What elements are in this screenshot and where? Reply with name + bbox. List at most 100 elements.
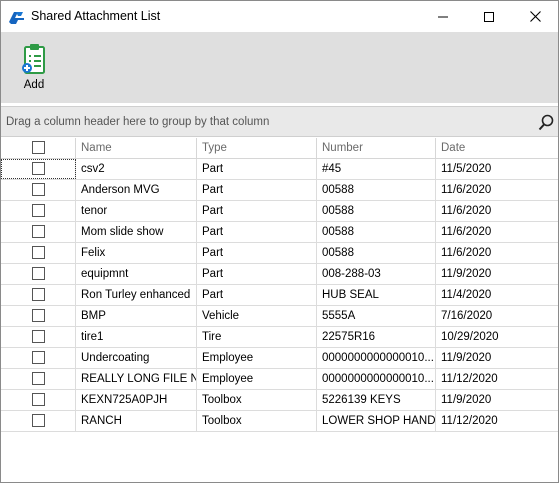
row-checkbox-cell[interactable] <box>1 159 76 179</box>
cell-date[interactable]: 11/6/2020 <box>436 243 558 263</box>
cell-name[interactable]: tire1 <box>76 327 197 347</box>
row-checkbox-cell[interactable] <box>1 264 76 284</box>
cell-number[interactable]: #45 <box>317 159 436 179</box>
cell-number[interactable]: 008-288-03 <box>317 264 436 284</box>
cell-type[interactable]: Part <box>197 159 317 179</box>
cell-name[interactable]: RANCH <box>76 411 197 431</box>
cell-type[interactable]: Employee <box>197 369 317 389</box>
table-row[interactable]: KEXN725A0PJH Toolbox 5226139 KEYS 11/9/2020 <box>1 390 558 411</box>
cell-date[interactable]: 11/6/2020 <box>436 222 558 242</box>
table-row[interactable]: Anderson MVG Part 00588 11/6/2020 <box>1 180 558 201</box>
cell-number[interactable]: 00588 <box>317 222 436 242</box>
row-checkbox-cell[interactable] <box>1 222 76 242</box>
row-checkbox[interactable] <box>32 204 45 217</box>
minimize-button[interactable] <box>420 1 466 32</box>
table-row[interactable]: BMP Vehicle 5555A 7/16/2020 <box>1 306 558 327</box>
cell-name[interactable]: Felix <box>76 243 197 263</box>
cell-number[interactable]: 5226139 KEYS <box>317 390 436 410</box>
cell-name[interactable]: Mom slide show <box>76 222 197 242</box>
row-checkbox-cell[interactable] <box>1 243 76 263</box>
cell-date[interactable]: 11/6/2020 <box>436 180 558 200</box>
cell-number[interactable]: 00588 <box>317 180 436 200</box>
cell-date[interactable]: 11/4/2020 <box>436 285 558 305</box>
cell-type[interactable]: Vehicle <box>197 306 317 326</box>
cell-date[interactable]: 11/9/2020 <box>436 348 558 368</box>
table-row[interactable]: REALLY LONG FILE N... Employee 00000000000… <box>1 369 558 390</box>
table-row[interactable]: Felix Part 00588 11/6/2020 <box>1 243 558 264</box>
cell-name[interactable]: tenor <box>76 201 197 221</box>
cell-number[interactable]: LOWER SHOP HAND ... <box>317 411 436 431</box>
cell-type[interactable]: Employee <box>197 348 317 368</box>
cell-date[interactable]: 7/16/2020 <box>436 306 558 326</box>
row-checkbox-cell[interactable] <box>1 180 76 200</box>
cell-number[interactable]: 00588 <box>317 243 436 263</box>
table-row[interactable]: tenor Part 00588 11/6/2020 <box>1 201 558 222</box>
cell-name[interactable]: KEXN725A0PJH <box>76 390 197 410</box>
column-header-date[interactable]: Date <box>436 138 558 159</box>
cell-date[interactable]: 11/9/2020 <box>436 390 558 410</box>
cell-type[interactable]: Part <box>197 285 317 305</box>
table-row[interactable]: tire1 Tire 22575R16 10/29/2020 <box>1 327 558 348</box>
row-checkbox[interactable] <box>32 267 45 280</box>
row-checkbox[interactable] <box>32 246 45 259</box>
row-checkbox[interactable] <box>32 183 45 196</box>
group-by-panel[interactable]: Drag a column header here to group by th… <box>1 106 558 137</box>
row-checkbox[interactable] <box>32 309 45 322</box>
cell-type[interactable]: Part <box>197 243 317 263</box>
cell-name[interactable]: Anderson MVG <box>76 180 197 200</box>
cell-date[interactable]: 11/5/2020 <box>436 159 558 179</box>
search-icon[interactable] <box>538 114 554 131</box>
table-row[interactable]: equipmnt Part 008-288-03 11/9/2020 <box>1 264 558 285</box>
cell-type[interactable]: Part <box>197 180 317 200</box>
row-checkbox-cell[interactable] <box>1 369 76 389</box>
row-checkbox-cell[interactable] <box>1 348 76 368</box>
row-checkbox-cell[interactable] <box>1 390 76 410</box>
cell-type[interactable]: Part <box>197 201 317 221</box>
cell-type[interactable]: Part <box>197 264 317 284</box>
close-button[interactable] <box>512 1 558 32</box>
row-checkbox[interactable] <box>32 393 45 406</box>
cell-name[interactable]: Ron Turley enhanced <box>76 285 197 305</box>
column-header-type[interactable]: Type <box>197 138 317 159</box>
select-all-checkbox[interactable] <box>32 141 45 154</box>
cell-number[interactable]: 0000000000000010... <box>317 348 436 368</box>
row-checkbox[interactable] <box>32 351 45 364</box>
table-row[interactable]: Ron Turley enhanced Part HUB SEAL 11/4/2020 <box>1 285 558 306</box>
cell-number[interactable]: 22575R16 <box>317 327 436 347</box>
cell-date[interactable]: 10/29/2020 <box>436 327 558 347</box>
row-checkbox-cell[interactable] <box>1 327 76 347</box>
cell-date[interactable]: 11/9/2020 <box>436 264 558 284</box>
table-row[interactable]: RANCH Toolbox LOWER SHOP HAND ... 11/12/202… <box>1 411 558 432</box>
cell-date[interactable]: 11/6/2020 <box>436 201 558 221</box>
maximize-button[interactable] <box>466 1 512 32</box>
cell-date[interactable]: 11/12/2020 <box>436 411 558 431</box>
cell-name[interactable]: Undercoating <box>76 348 197 368</box>
add-button[interactable]: Add <box>14 43 54 98</box>
cell-number[interactable]: 5555A <box>317 306 436 326</box>
cell-type[interactable]: Toolbox <box>197 411 317 431</box>
row-checkbox[interactable] <box>32 372 45 385</box>
row-checkbox[interactable] <box>32 288 45 301</box>
row-checkbox-cell[interactable] <box>1 411 76 431</box>
cell-number[interactable]: 00588 <box>317 201 436 221</box>
table-row[interactable]: Undercoating Employee 0000000000000010... 1… <box>1 348 558 369</box>
select-all-header[interactable] <box>1 138 76 159</box>
row-checkbox[interactable] <box>32 225 45 238</box>
cell-number[interactable]: 0000000000000010... <box>317 369 436 389</box>
cell-date[interactable]: 11/12/2020 <box>436 369 558 389</box>
cell-name[interactable]: equipmnt <box>76 264 197 284</box>
table-row[interactable]: csv2 Part #45 11/5/2020 <box>1 159 558 180</box>
cell-number[interactable]: HUB SEAL <box>317 285 436 305</box>
row-checkbox-cell[interactable] <box>1 285 76 305</box>
row-checkbox-cell[interactable] <box>1 201 76 221</box>
cell-type[interactable]: Part <box>197 222 317 242</box>
table-row[interactable]: Mom slide show Part 00588 11/6/2020 <box>1 222 558 243</box>
row-checkbox[interactable] <box>32 414 45 427</box>
cell-name[interactable]: REALLY LONG FILE N... <box>76 369 197 389</box>
column-header-number[interactable]: Number <box>317 138 436 159</box>
cell-name[interactable]: BMP <box>76 306 197 326</box>
row-checkbox[interactable] <box>32 162 45 175</box>
cell-type[interactable]: Toolbox <box>197 390 317 410</box>
column-header-name[interactable]: Name <box>76 138 197 159</box>
cell-name[interactable]: csv2 <box>76 159 197 179</box>
